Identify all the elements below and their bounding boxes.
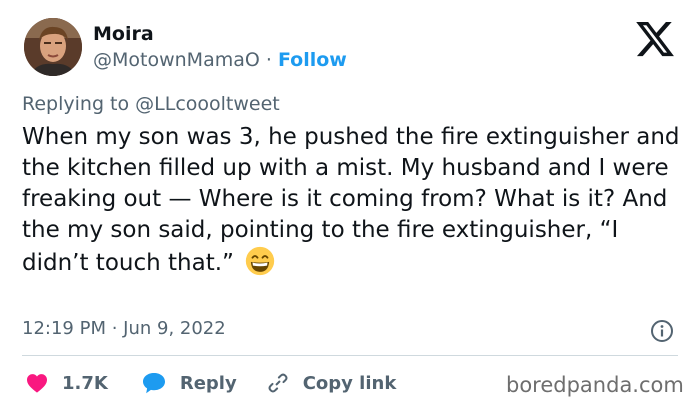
- divider: [22, 355, 678, 356]
- user-handle[interactable]: @MotownMamaO: [93, 49, 260, 71]
- handle-row: @MotownMamaO · Follow: [93, 48, 347, 72]
- tweet-text-content: When my son was 3, he pushed the fire ex…: [22, 124, 680, 276]
- copy-link-button[interactable]: Copy link: [267, 372, 397, 394]
- display-name[interactable]: Moira: [93, 22, 154, 46]
- replying-to-prefix: Replying to: [22, 93, 136, 115]
- avatar[interactable]: [24, 18, 82, 76]
- heart-icon: [27, 374, 47, 393]
- replying-to: Replying to @LLcoooltweet: [22, 92, 280, 116]
- action-bar: 1.7K Reply Copy link: [26, 368, 396, 398]
- speech-bubble-icon: [142, 373, 165, 394]
- tweet-timestamp[interactable]: 12:19 PM · Jun 9, 2022: [22, 317, 226, 341]
- x-logo-icon[interactable]: [634, 18, 676, 60]
- avatar-image: [24, 18, 82, 76]
- tweet-text: When my son was 3, he pushed the fire ex…: [22, 122, 682, 279]
- reply-label: Reply: [179, 372, 237, 394]
- watermark: boredpanda.com: [506, 373, 684, 397]
- info-icon[interactable]: [650, 319, 674, 343]
- replying-to-mention[interactable]: @LLcoooltweet: [135, 93, 280, 115]
- separator: ·: [259, 49, 278, 71]
- reply-button[interactable]: Reply: [142, 372, 237, 394]
- follow-button[interactable]: Follow: [278, 49, 347, 71]
- grinning-face-emoji-icon: [246, 246, 275, 276]
- like-count: 1.7K: [62, 372, 108, 394]
- link-icon: [268, 373, 288, 393]
- like-button[interactable]: 1.7K: [26, 373, 108, 394]
- copy-link-label: Copy link: [302, 372, 397, 394]
